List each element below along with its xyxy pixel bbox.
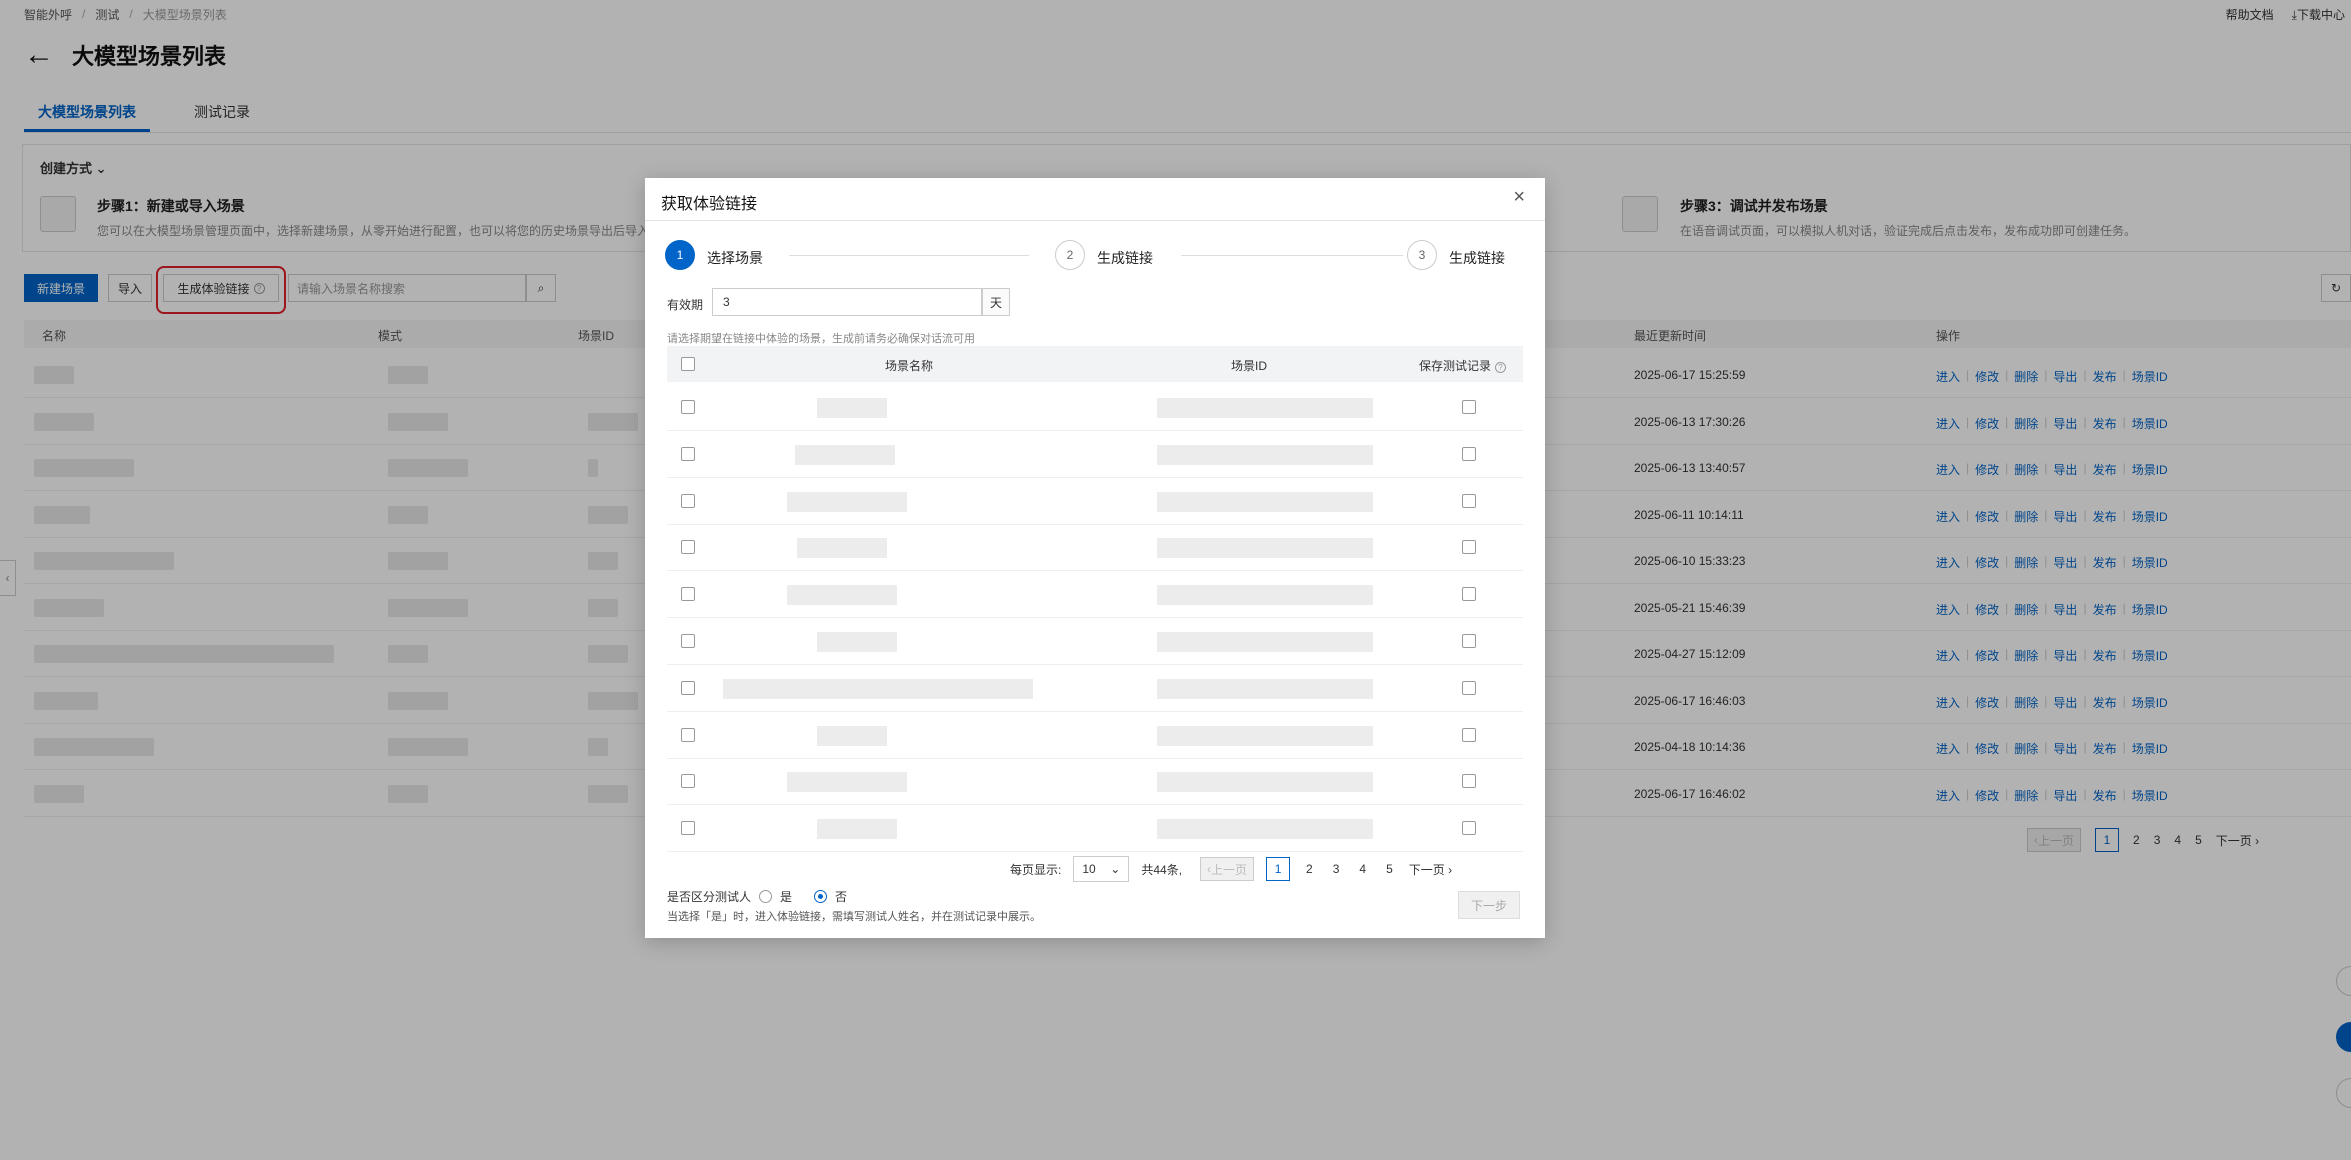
close-icon[interactable]: ×	[1513, 186, 1525, 209]
next-page-label: 下一页	[1408, 862, 1445, 877]
row-select-checkbox[interactable]	[681, 587, 695, 602]
page-button[interactable]: 3	[1329, 862, 1344, 876]
page-button[interactable]: 1	[1266, 857, 1291, 881]
step-3-label: 生成链接	[1449, 250, 1505, 266]
row-select-checkbox[interactable]	[681, 446, 695, 461]
selection-hint: 请选择期望在链接中体验的场景，生成前请务必确保对话流可用	[667, 333, 975, 345]
select-all-checkbox[interactable]	[681, 357, 695, 371]
row-select-checkbox[interactable]	[681, 680, 695, 695]
page-button[interactable]: 4	[1355, 862, 1370, 876]
step-connector	[789, 255, 1029, 256]
redacted-scene-name	[817, 632, 897, 652]
row-select-checkbox[interactable]	[681, 493, 695, 508]
scene-select-row[interactable]	[667, 805, 1523, 853]
row-select-checkbox[interactable]	[681, 821, 695, 836]
next-page-button[interactable]: 下一页 ›	[1409, 861, 1452, 878]
redacted-scene-name	[797, 538, 887, 559]
step-connector	[1181, 255, 1403, 256]
save-record-checkbox[interactable]	[1462, 587, 1476, 602]
get-link-dialog: 获取体验链接 × 1 选择场景 2 生成链接 3 生成链接 有效期 3 天 请选…	[645, 178, 1545, 938]
save-record-checkbox[interactable]	[1462, 821, 1476, 836]
redacted-scene-name	[787, 585, 897, 606]
save-record-checkbox[interactable]	[1462, 634, 1476, 648]
distinguish-tester-radio-group: 是否区分测试人 是 否	[667, 888, 847, 905]
radio-no-label[interactable]: 否	[835, 888, 847, 905]
step-1-node: 1	[665, 240, 695, 270]
tester-note: 当选择「是」时，进入体验链接，需填写测试人姓名，并在测试记录中展示。	[667, 911, 1041, 923]
col-save-record: 保存测试记录?	[1419, 357, 1507, 374]
dialog-table-header: 场景名称 场景ID 保存测试记录?	[667, 346, 1523, 382]
step-2-label: 生成链接	[1097, 250, 1153, 266]
redacted-scene-name	[817, 398, 887, 418]
redacted-scene-id	[1157, 585, 1373, 606]
save-record-checkbox[interactable]	[1462, 774, 1476, 789]
col-save-record-label: 保存测试记录	[1419, 359, 1492, 373]
redacted-scene-id	[1157, 444, 1373, 465]
scene-select-row[interactable]	[667, 478, 1523, 525]
redacted-scene-name	[723, 678, 1033, 699]
scene-select-row[interactable]	[667, 712, 1523, 759]
redacted-scene-name	[795, 444, 895, 465]
scene-select-row[interactable]	[667, 524, 1523, 572]
step-indicator: 1 选择场景 2 生成链接 3 生成链接	[665, 240, 1525, 270]
chevron-down-icon: ⌄	[1110, 862, 1121, 876]
row-select-checkbox[interactable]	[681, 540, 695, 555]
help-question-icon[interactable]: ?	[1495, 362, 1507, 373]
redacted-scene-id	[1157, 491, 1373, 512]
per-page-select[interactable]: 10 ⌄	[1073, 856, 1130, 882]
step-2-node: 2	[1055, 240, 1085, 270]
step-3-node: 3	[1407, 240, 1437, 270]
scene-select-row[interactable]	[667, 384, 1523, 431]
scene-select-row[interactable]	[667, 431, 1523, 478]
validity-label: 有效期	[667, 298, 704, 312]
row-select-checkbox[interactable]	[681, 727, 695, 742]
save-record-checkbox[interactable]	[1462, 680, 1476, 695]
save-record-checkbox[interactable]	[1462, 540, 1476, 555]
row-select-checkbox[interactable]	[681, 400, 695, 414]
per-page-value: 10	[1082, 862, 1096, 876]
redacted-scene-id	[1157, 725, 1373, 746]
redacted-scene-name	[787, 491, 907, 512]
col-scene-name: 场景名称	[885, 359, 934, 373]
redacted-scene-id	[1157, 678, 1373, 699]
redacted-scene-id	[1157, 632, 1373, 652]
dialog-title: 获取体验链接	[661, 196, 758, 213]
save-record-checkbox[interactable]	[1462, 727, 1476, 742]
dialog-header-divider	[645, 220, 1545, 221]
redacted-scene-name	[817, 725, 887, 746]
page-button[interactable]: 5	[1382, 862, 1397, 876]
radio-yes-label[interactable]: 是	[780, 888, 792, 905]
page-button[interactable]: 2	[1302, 862, 1317, 876]
save-record-checkbox[interactable]	[1462, 446, 1476, 461]
per-page-label: 每页显示:	[1010, 862, 1062, 877]
redacted-scene-id	[1157, 538, 1373, 559]
scene-select-row[interactable]	[667, 618, 1523, 665]
redacted-scene-name	[787, 772, 907, 793]
dialog-pager: 每页显示: 10 ⌄ 共44条, ‹ 上一页 1 2 3 4 5 下一页 ›	[1010, 856, 1452, 882]
scene-select-row[interactable]	[667, 665, 1523, 712]
validity-unit: 天	[982, 288, 1010, 316]
radio-no[interactable]	[814, 890, 828, 903]
redacted-scene-id	[1157, 819, 1373, 840]
distinguish-tester-label: 是否区分测试人	[667, 890, 752, 904]
validity-days-input[interactable]: 3	[712, 288, 982, 316]
scene-select-row[interactable]	[667, 571, 1523, 619]
row-select-checkbox[interactable]	[681, 634, 695, 648]
step-1-label: 选择场景	[707, 250, 763, 266]
prev-page-button[interactable]: ‹ 上一页	[1200, 857, 1255, 881]
save-record-checkbox[interactable]	[1462, 493, 1476, 508]
redacted-scene-id	[1157, 398, 1373, 418]
save-record-checkbox[interactable]	[1462, 400, 1476, 414]
redacted-scene-id	[1157, 772, 1373, 793]
prev-page-label: 上一页	[1211, 862, 1248, 877]
next-step-button[interactable]: 下一步	[1458, 891, 1520, 919]
col-scene-id: 场景ID	[1231, 359, 1268, 373]
redacted-scene-name	[817, 819, 897, 840]
row-select-checkbox[interactable]	[681, 774, 695, 789]
scene-select-row[interactable]	[667, 758, 1523, 806]
radio-yes[interactable]	[759, 890, 773, 903]
total-count: 共44条,	[1141, 862, 1183, 877]
